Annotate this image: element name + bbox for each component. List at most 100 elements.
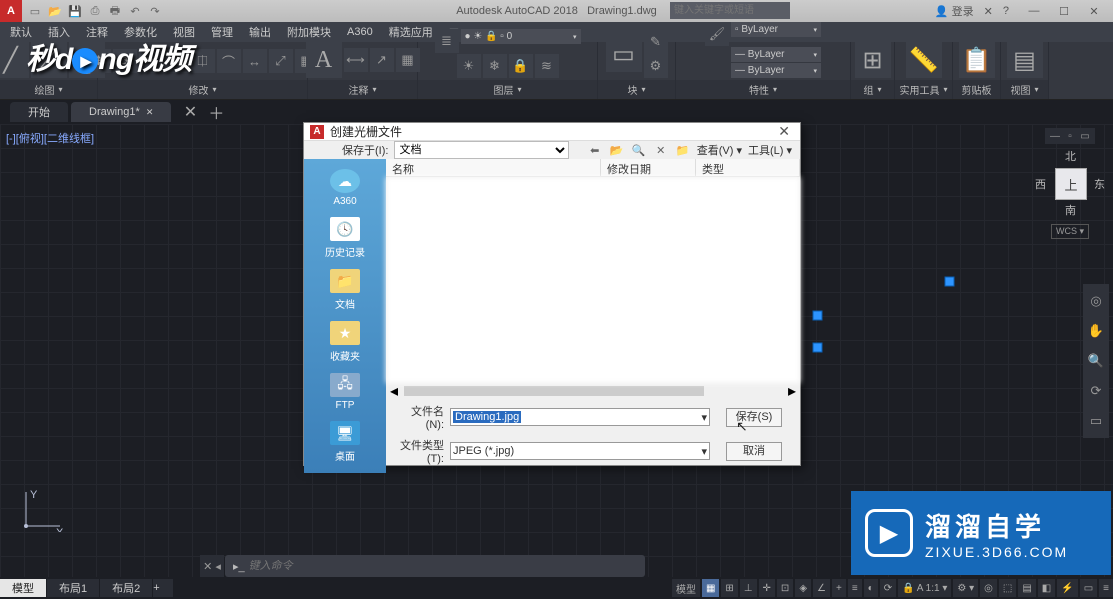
login-button[interactable]: 👤 登录	[935, 3, 974, 19]
viewport-label[interactable]: [-][俯视][二维线框]	[6, 130, 94, 146]
panel-group[interactable]: 组▾	[851, 80, 894, 99]
viewcube-top-face[interactable]: 上	[1055, 168, 1087, 200]
vp-restore-icon[interactable]: ▫	[1064, 130, 1076, 142]
color-combo[interactable]: ▫ ByLayer▾	[731, 22, 821, 37]
col-date[interactable]: 修改日期	[601, 159, 696, 176]
qat-redo-icon[interactable]: ↷	[148, 4, 162, 18]
line-tool-icon[interactable]: ╱	[0, 42, 29, 78]
sb-osnap-icon[interactable]: ⊡	[777, 579, 793, 597]
sb-model[interactable]: 模型	[672, 579, 700, 597]
panel-properties[interactable]: 特性▾	[676, 80, 850, 99]
fillet-icon[interactable]: ⌒	[217, 49, 241, 73]
measure-icon[interactable]: 📏	[906, 42, 942, 78]
sb-ortho-icon[interactable]: ⊥	[740, 579, 757, 597]
tools-dropdown[interactable]: 工具(L) ▾	[748, 142, 792, 158]
help-search-input[interactable]	[670, 2, 790, 19]
tab-parametric[interactable]: 参数化	[118, 22, 163, 42]
layer-prop-icon[interactable]: ≣	[435, 29, 459, 53]
qat-new-icon[interactable]: ▭	[28, 4, 42, 18]
stretch-icon[interactable]: ↔	[243, 49, 267, 73]
tab-annotate[interactable]: 注释	[80, 22, 114, 42]
command-line[interactable]: ▸_	[225, 555, 645, 577]
create-block-icon[interactable]: ✎	[644, 30, 668, 54]
polyline-tool-icon[interactable]: ⟋	[31, 42, 67, 78]
file-list[interactable]	[386, 177, 800, 383]
tab-insert[interactable]: 插入	[42, 22, 76, 42]
place-ftp[interactable]: 🖧FTP	[330, 369, 360, 415]
tab-a360[interactable]: A360	[341, 24, 379, 40]
tab-manage[interactable]: 管理	[205, 22, 239, 42]
layer-lock-icon[interactable]: 🔒	[509, 54, 533, 78]
nav-zoom-icon[interactable]: 🔍	[1083, 348, 1109, 374]
sb-custom-icon[interactable]: ≡	[1099, 579, 1113, 597]
qat-saveas-icon[interactable]: ⎙	[88, 4, 102, 18]
tab-output[interactable]: 输出	[243, 22, 277, 42]
dialog-titlebar[interactable]: A创建光栅文件 ✕	[304, 123, 800, 141]
trim-icon[interactable]: ✂	[139, 49, 163, 73]
move-icon[interactable]: ✥	[87, 49, 111, 73]
nav-orbit-icon[interactable]: ⟳	[1083, 378, 1109, 404]
close-button[interactable]: ✕	[1079, 5, 1109, 18]
sb-qp-icon[interactable]: ▤	[1018, 579, 1035, 597]
panel-clipboard[interactable]: 剪贴板	[953, 80, 1000, 99]
dialog-close-button[interactable]: ✕	[774, 123, 794, 140]
nav-wheel-icon[interactable]: ◎	[1083, 288, 1109, 314]
layer-on-icon[interactable]: ☀	[457, 54, 481, 78]
tab-model[interactable]: 模型	[0, 579, 46, 597]
qat-undo-icon[interactable]: ↶	[128, 4, 142, 18]
text-tool-icon[interactable]: A	[306, 42, 342, 78]
wcs-label[interactable]: WCS ▾	[1051, 224, 1089, 239]
layer-match-icon[interactable]: ≋	[535, 54, 559, 78]
viewcube[interactable]: 北 南 西 东 上	[1035, 148, 1105, 218]
panel-block[interactable]: 块▾	[598, 80, 675, 99]
vp-minimize-icon[interactable]: —	[1049, 130, 1061, 142]
sb-units-icon[interactable]: ⬚	[999, 579, 1016, 597]
help-icon[interactable]: ?	[1003, 5, 1009, 17]
sb-hw-icon[interactable]: ⚡	[1057, 579, 1077, 597]
sb-grid-icon[interactable]: ▦	[702, 579, 719, 597]
sb-3dosnap-icon[interactable]: ◈	[795, 579, 811, 597]
views-dropdown[interactable]: 查看(V) ▾	[697, 142, 742, 158]
sb-lwt-icon[interactable]: ≡	[848, 579, 862, 597]
filename-input[interactable]: Drawing1.jpg▾	[450, 408, 710, 426]
table-icon[interactable]: ▦	[396, 48, 420, 72]
horizontal-scrollbar[interactable]: ◂▸	[386, 383, 800, 399]
exchange-icon[interactable]: ✕	[984, 5, 993, 18]
app-icon[interactable]: A	[0, 0, 22, 22]
place-favorites[interactable]: ★收藏夹	[330, 317, 360, 367]
tab-close-icon[interactable]: ✕	[146, 107, 154, 118]
sb-clean-icon[interactable]: ▭	[1080, 579, 1097, 597]
rotate-icon[interactable]: ⟳	[113, 49, 137, 73]
save-button[interactable]: 保存(S)	[726, 408, 782, 427]
cancel-button[interactable]: 取消	[726, 442, 782, 461]
match-prop-icon[interactable]: 🖌	[705, 22, 729, 46]
nav-pan-icon[interactable]: ✋	[1083, 318, 1109, 344]
panel-draw[interactable]: 绘图▾	[0, 80, 97, 99]
copy-icon[interactable]: ⧉	[165, 49, 189, 73]
file-list-header[interactable]: 名称 修改日期 类型	[386, 159, 800, 177]
place-history[interactable]: 🕓历史记录	[325, 213, 365, 263]
sb-iso-icon[interactable]: ◧	[1038, 579, 1055, 597]
delete-icon[interactable]: ✕	[653, 142, 669, 158]
panel-layer[interactable]: 图层▾	[418, 80, 597, 99]
panel-utilities[interactable]: 实用工具▾	[895, 80, 952, 99]
sb-annoscale-icon[interactable]: 🔒 A 1:1 ▾	[898, 579, 951, 597]
tab-addins[interactable]: 附加模块	[281, 22, 337, 42]
sb-polar-icon[interactable]: ✛	[759, 579, 775, 597]
qat-print-icon[interactable]: 🖶	[108, 4, 122, 18]
tab-layout2[interactable]: 布局2	[100, 579, 152, 597]
col-type[interactable]: 类型	[696, 159, 800, 176]
lineweight-combo[interactable]: — ByLayer▾	[731, 47, 821, 62]
sb-otrack-icon[interactable]: ∠	[813, 579, 830, 597]
command-input[interactable]	[249, 560, 641, 572]
qat-save-icon[interactable]: 💾	[68, 4, 82, 18]
tab-default[interactable]: 默认	[4, 22, 38, 42]
nav-showmotion-icon[interactable]: ▭	[1083, 408, 1109, 434]
tab-add-button[interactable]: ＋	[206, 102, 226, 122]
group-icon[interactable]: ⊞	[855, 42, 891, 78]
panel-modify[interactable]: 修改▾	[98, 80, 307, 99]
tab-start[interactable]: 开始	[10, 102, 68, 122]
tab-view[interactable]: 视图	[167, 22, 201, 42]
base-view-icon[interactable]: ▤	[1007, 42, 1043, 78]
sb-annomon-icon[interactable]: ◎	[980, 579, 997, 597]
